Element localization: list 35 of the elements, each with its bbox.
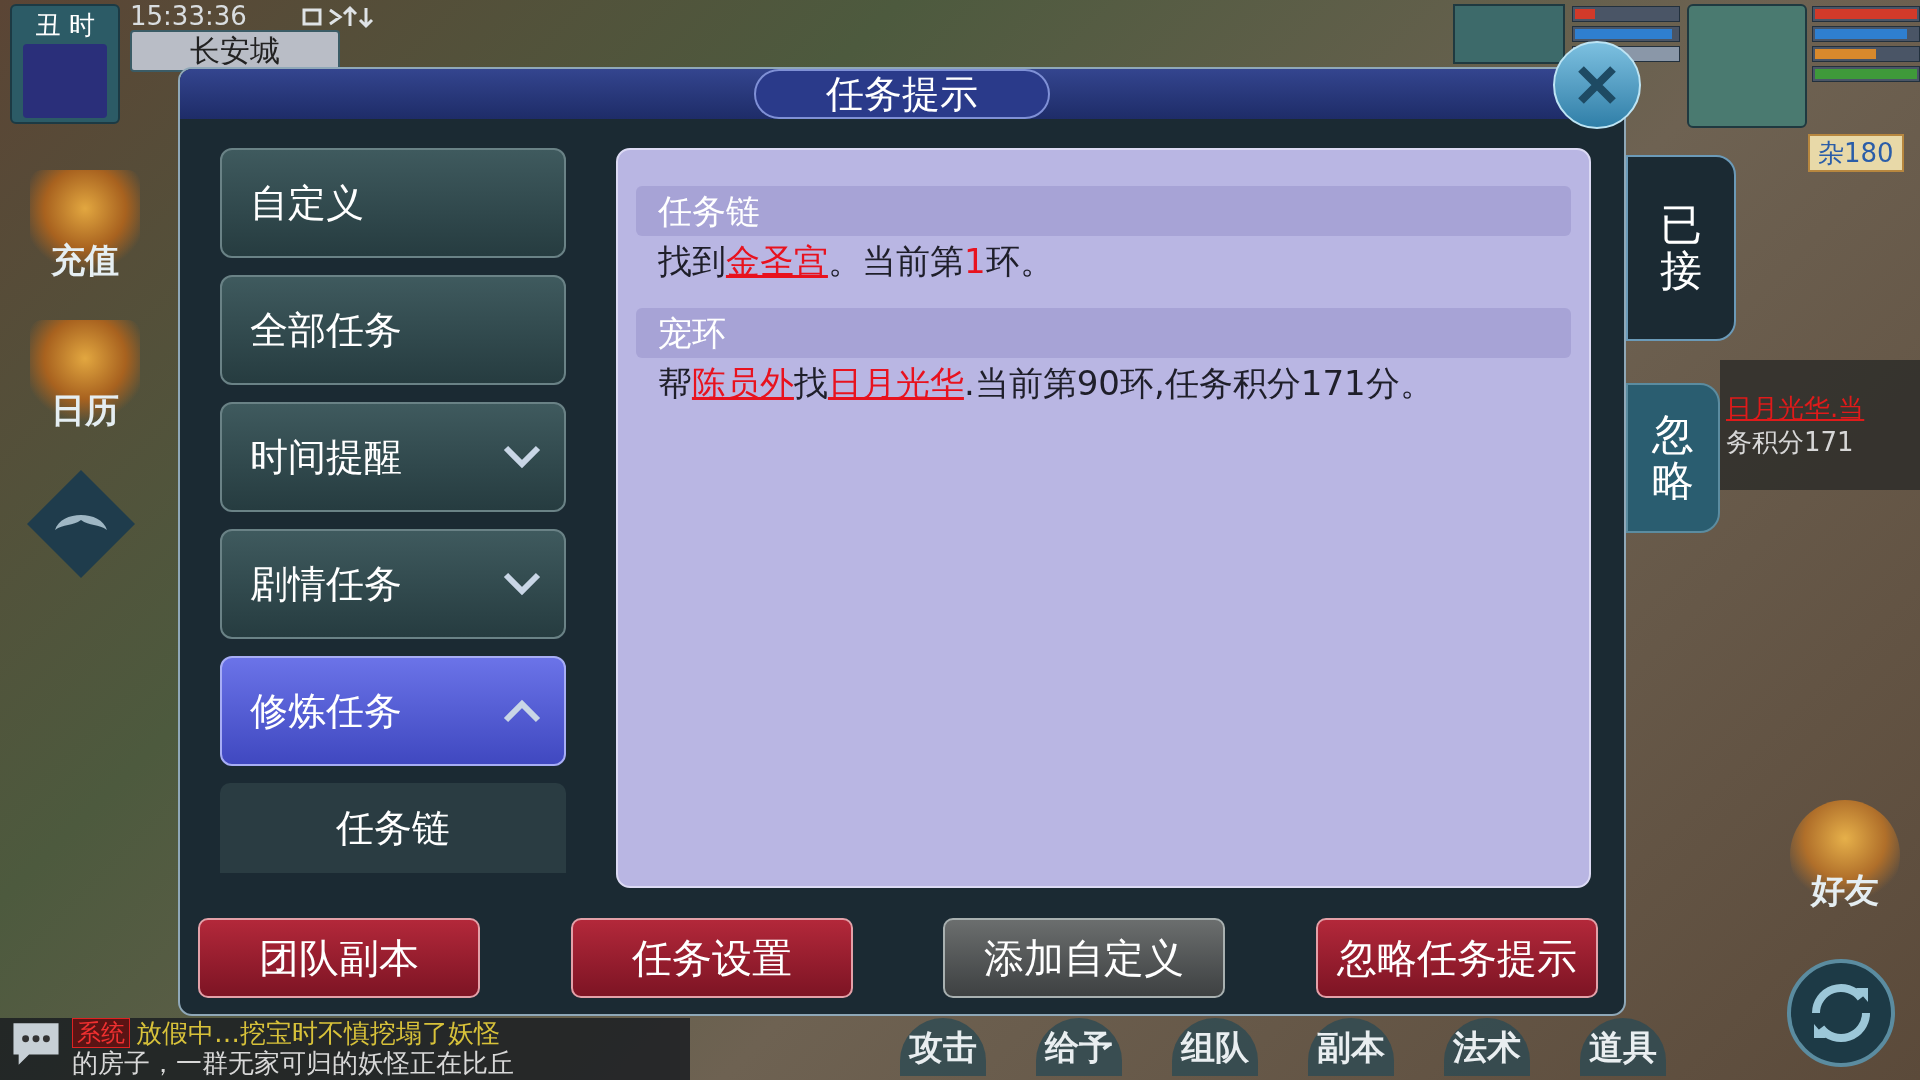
side-tab[interactable]: 已接 <box>1626 155 1736 341</box>
tracker-text: 务积分171 <box>1726 426 1855 459</box>
quest-category-tab[interactable]: 剧情任务 <box>220 529 566 639</box>
dialog-button[interactable]: 添加自定义 <box>943 918 1226 998</box>
dialog-title: 任务提示 <box>754 69 1050 119</box>
level-tag: 杂180 <box>1808 134 1904 172</box>
section-title: 宠环 <box>657 313 726 353</box>
friends-button[interactable]: 好友 <box>1790 800 1900 910</box>
side-menu-button[interactable]: 日历 <box>30 320 140 430</box>
side-menu-button[interactable]: 充值 <box>30 170 140 280</box>
quest-subcategory-item[interactable]: 任务链 <box>220 783 566 873</box>
quest-category-tab[interactable]: 修炼任务 <box>220 656 566 766</box>
chevron-down-icon <box>501 571 542 597</box>
quest-category-tab[interactable]: 时间提醒 <box>220 402 566 512</box>
section-title: 任务链 <box>657 191 760 231</box>
quest-category-tab[interactable]: 全部任务 <box>220 275 566 385</box>
quest-description: 帮陈员外找日月光华.当前第90环,任务积分171分。 <box>656 362 1435 405</box>
tracker-text: 日月光华.当 <box>1726 392 1866 425</box>
side-tab[interactable]: 忽略 <box>1626 383 1720 533</box>
dialog-button[interactable]: 任务设置 <box>570 918 853 998</box>
network-arrows-icon <box>300 4 376 30</box>
time-period-label: 丑 时 <box>34 10 96 40</box>
location-name: 长安城 <box>190 32 280 70</box>
collapse-diamond-button[interactable] <box>25 468 137 580</box>
chevron-down-icon <box>501 444 542 470</box>
chat-message: 放假中…挖宝时不慎挖塌了妖怪 <box>136 1018 500 1048</box>
chevron-up-icon <box>501 698 542 724</box>
quest-description: 找到金圣宫。当前第1环。 <box>656 240 1055 283</box>
chat-channel-tag: 系统 <box>72 1018 130 1048</box>
dialog-button[interactable]: 忽略任务提示 <box>1315 918 1598 998</box>
clock-text: 15:33:36 <box>130 0 247 32</box>
quest-category-tab[interactable]: 自定义 <box>220 148 566 258</box>
refresh-icon[interactable] <box>1786 958 1896 1068</box>
chat-message: 的房子，一群无家可归的妖怪正在比丘 <box>72 1048 514 1078</box>
dialog-button[interactable]: 团队副本 <box>198 918 480 998</box>
